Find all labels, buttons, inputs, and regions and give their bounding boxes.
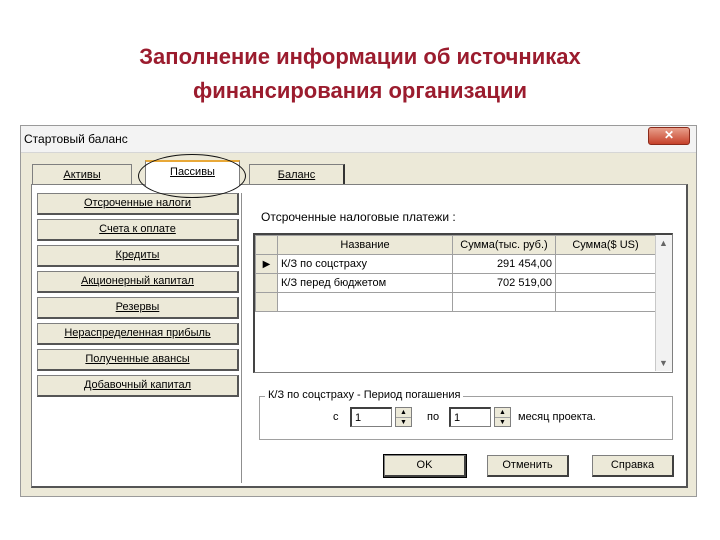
category-credits[interactable]: Кредиты bbox=[37, 245, 239, 267]
stepper-up-icon[interactable]: ▲ bbox=[396, 408, 411, 418]
period-from-label: с bbox=[333, 411, 339, 423]
slide-title: Заполнение информации об источниках фина… bbox=[0, 40, 720, 108]
period-from-input[interactable] bbox=[350, 407, 392, 427]
row-indicator-icon: ▶ bbox=[255, 254, 278, 274]
window-titlebar: Стартовый баланс ✕ bbox=[21, 126, 696, 153]
column-header-sum-rub[interactable]: Сумма(тыс. руб.) bbox=[452, 235, 556, 255]
category-advances-received[interactable]: Полученные авансы bbox=[37, 349, 239, 371]
close-button[interactable]: ✕ bbox=[648, 127, 690, 145]
cell-name[interactable] bbox=[277, 292, 453, 312]
table-row[interactable]: ▶ К/З по соцстраху 291 454,00 bbox=[255, 254, 656, 274]
category-list: Отсроченные налоги Счета к оплате Кредит… bbox=[37, 193, 239, 401]
cancel-button[interactable]: Отменить bbox=[487, 455, 569, 477]
table-row[interactable]: К/З перед бюджетом 702 519,00 bbox=[255, 273, 656, 293]
stepper-up-icon[interactable]: ▲ bbox=[495, 408, 510, 418]
tab-liabilities[interactable]: Пассивы bbox=[145, 160, 240, 186]
close-icon: ✕ bbox=[663, 128, 675, 142]
period-to-stepper[interactable]: ▲ ▼ bbox=[494, 407, 511, 427]
tab-balance[interactable]: Баланс bbox=[249, 164, 345, 184]
cell-sum-rub[interactable]: 291 454,00 bbox=[452, 254, 556, 274]
start-balance-window: Стартовый баланс ✕ Активы Пассивы Баланс… bbox=[20, 125, 697, 497]
cell-name[interactable]: К/З по соцстраху bbox=[277, 254, 453, 274]
period-from-stepper[interactable]: ▲ ▼ bbox=[395, 407, 412, 427]
row-indicator bbox=[255, 273, 278, 293]
cell-sum-rub[interactable] bbox=[452, 292, 556, 312]
category-retained-earnings[interactable]: Нераспределенная прибыль bbox=[37, 323, 239, 345]
grid-corner bbox=[255, 235, 278, 255]
cell-sum-rub[interactable]: 702 519,00 bbox=[452, 273, 556, 293]
period-to-input[interactable] bbox=[449, 407, 491, 427]
row-indicator bbox=[255, 292, 278, 312]
stepper-down-icon[interactable]: ▼ bbox=[495, 418, 510, 427]
category-deferred-taxes[interactable]: Отсроченные налоги bbox=[37, 193, 239, 215]
help-button[interactable]: Справка bbox=[592, 455, 674, 477]
column-header-name[interactable]: Название bbox=[277, 235, 453, 255]
window-title: Стартовый баланс bbox=[24, 132, 128, 146]
category-share-capital[interactable]: Акционерный капитал bbox=[37, 271, 239, 293]
grid-header-row: Название Сумма(тыс. руб.) Сумма($ US) bbox=[255, 235, 656, 255]
period-unit-label: месяц проекта. bbox=[518, 411, 596, 423]
period-to-label: по bbox=[427, 411, 440, 423]
tab-assets[interactable]: Активы bbox=[32, 164, 132, 184]
section-caption: Отсроченные налоговые платежи : bbox=[261, 210, 456, 224]
table-row[interactable] bbox=[255, 292, 656, 312]
scroll-up-icon[interactable]: ▲ bbox=[659, 238, 668, 248]
slide-title-line2: финансирования организации bbox=[193, 78, 527, 103]
category-accounts-payable[interactable]: Счета к оплате bbox=[37, 219, 239, 241]
grid-scrollbar[interactable]: ▲ ▼ bbox=[655, 235, 672, 371]
category-additional-capital[interactable]: Добавочный капитал bbox=[37, 375, 239, 397]
scroll-down-icon[interactable]: ▼ bbox=[659, 358, 668, 368]
cell-sum-usd[interactable] bbox=[555, 273, 656, 293]
ok-button[interactable]: OK bbox=[383, 454, 467, 478]
period-legend: К/З по соцстраху - Период погашения bbox=[265, 389, 464, 401]
data-grid[interactable]: Название Сумма(тыс. руб.) Сумма($ US) ▶ … bbox=[253, 233, 673, 373]
cell-sum-usd[interactable] bbox=[555, 292, 656, 312]
grid-table: Название Сумма(тыс. руб.) Сумма($ US) ▶ … bbox=[255, 235, 656, 312]
cell-name[interactable]: К/З перед бюджетом bbox=[277, 273, 453, 293]
category-reserves[interactable]: Резервы bbox=[37, 297, 239, 319]
slide-title-line1: Заполнение информации об источниках bbox=[139, 44, 581, 69]
cell-sum-usd[interactable] bbox=[555, 254, 656, 274]
column-header-sum-usd[interactable]: Сумма($ US) bbox=[555, 235, 656, 255]
panel-divider bbox=[241, 193, 242, 483]
stepper-down-icon[interactable]: ▼ bbox=[396, 418, 411, 427]
